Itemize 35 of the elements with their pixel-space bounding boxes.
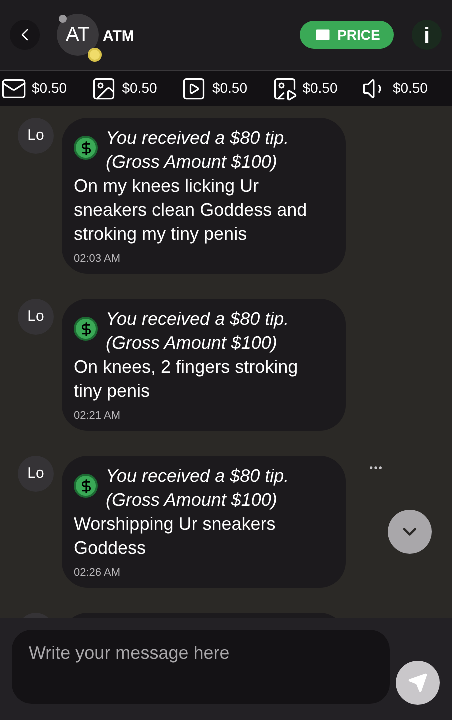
gross-amount: (Gross Amount $100)	[106, 332, 278, 355]
info-button[interactable]: i	[412, 20, 442, 50]
message-text: Worshipping Ur sneakers Goddess	[74, 513, 277, 560]
price-label: $0.50	[302, 79, 338, 98]
price-label: $0.50	[32, 79, 68, 98]
sender-avatar: Lo	[18, 456, 54, 492]
dollar-icon	[74, 317, 98, 341]
message-text: On my knees licking Ur sneakers clean Goddess and stroking my tiny penis	[74, 175, 308, 246]
message-text: On knees, 2 fingers stroking tiny penis	[74, 356, 300, 403]
message-input[interactable]: Write your message here	[12, 630, 390, 704]
send-button[interactable]	[396, 661, 440, 705]
tip-notice: You received a $80 tip.	[106, 127, 290, 150]
price-label: $0.50	[392, 79, 428, 98]
tip-notice: You received a $80 tip.	[106, 308, 290, 331]
back-button[interactable]	[10, 20, 40, 50]
price-label: $0.50	[122, 79, 158, 98]
message-time: 02:21 AM	[74, 410, 120, 422]
avatar[interactable]: AT	[57, 14, 99, 56]
gross-amount: (Gross Amount $100)	[106, 151, 278, 174]
play-icon	[181, 76, 208, 102]
tip-notice: You received a $80 tip.	[106, 465, 290, 488]
dollar-icon	[74, 136, 98, 160]
contact-name: ATM	[103, 27, 134, 47]
send-icon	[408, 673, 428, 693]
sender-avatar: Lo	[18, 299, 54, 335]
message-time: 02:26 AM	[74, 567, 120, 579]
scroll-down-button[interactable]	[388, 510, 432, 554]
image-icon	[91, 76, 118, 102]
gross-amount: (Gross Amount $100)	[106, 489, 278, 512]
gif-icon	[272, 76, 298, 102]
sender-avatar: Lo	[18, 118, 54, 154]
dollar-icon	[74, 474, 98, 498]
price-label: $0.50	[212, 79, 248, 98]
badge-icon	[88, 48, 102, 62]
message-time: 02:03 AM	[74, 253, 120, 265]
